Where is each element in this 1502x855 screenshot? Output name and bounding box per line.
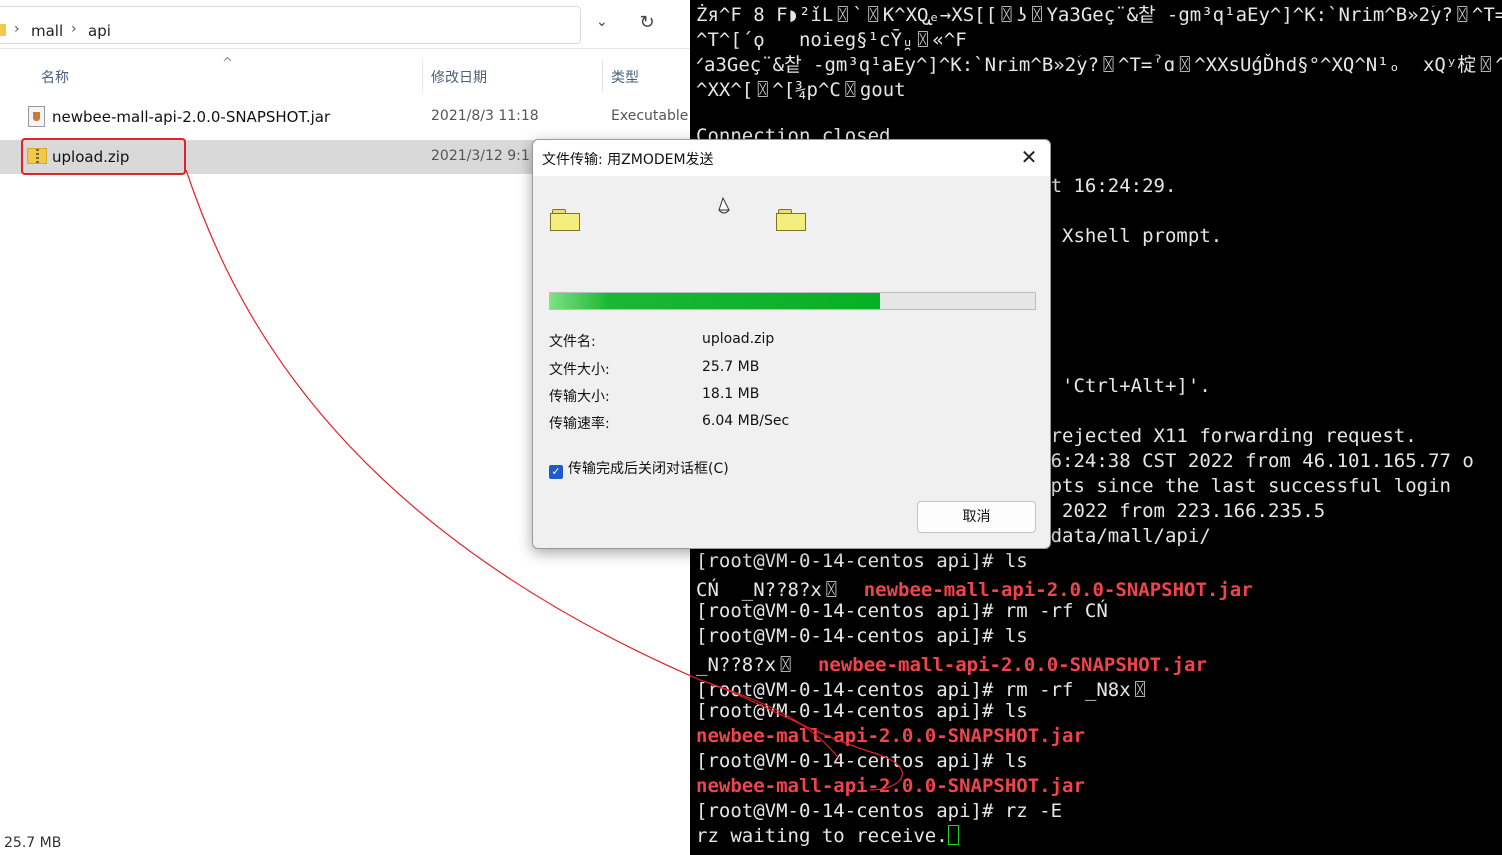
terminal-text: Żя^F 8 F◗²ǐL〿`〿K^XQ̢͙ₑ→XS[[〿ʖ〿Ya3Geç¨&챁 … bbox=[696, 4, 1502, 26]
close-icon[interactable]: ✕ bbox=[1018, 146, 1040, 168]
file-name: newbee-mall-api-2.0.0-SNAPSHOT.jar bbox=[52, 108, 331, 126]
terminal-text: [root@VM-0-14-centos api]# ls bbox=[696, 625, 1028, 647]
column-header-row: 名称 修改日期 类型 bbox=[0, 56, 690, 96]
terminal-text: _N??8?x〿 bbox=[696, 654, 818, 676]
annotation-highlight-box bbox=[21, 138, 186, 175]
dialog-title: 文件传输: 用ZMODEM发送 bbox=[542, 152, 714, 168]
chevron-down-icon[interactable]: ⌄ bbox=[596, 14, 608, 30]
terminal-text: CŃ _N??8?x〿 bbox=[696, 579, 864, 601]
terminal-text: [root@VM-0-14-centos api]# ls bbox=[696, 700, 1028, 722]
terminal-line: [root@VM-0-14-centos api]# rz -E bbox=[696, 800, 1062, 825]
transferred-label: 传输大小: bbox=[549, 389, 610, 405]
terminal-line: newbee-mall-api-2.0.0-SNAPSHOT.jar bbox=[696, 775, 1085, 800]
transfer-progress-bar bbox=[549, 292, 1036, 310]
column-header-modified[interactable]: 修改日期 bbox=[431, 67, 487, 87]
terminal-line: ᐟa3Geç¨&챁 -gm³q¹aEy^]^K:`Nrim^B»2ؘy?〿^T=… bbox=[696, 50, 1502, 76]
filename-label: 文件名: bbox=[549, 334, 596, 350]
column-header-name[interactable]: 名称 bbox=[41, 67, 69, 87]
speed-label: 传输速率: bbox=[549, 416, 610, 432]
terminal-text: ᐟa3Geç¨&챁 -gm³q¹aEy^]^K:`Nrim^B»2ؘy?〿^T=… bbox=[696, 54, 1502, 76]
cancel-button[interactable]: 取消 bbox=[917, 501, 1036, 533]
terminal-line: [root@VM-0-14-centos api]# ls bbox=[696, 625, 1028, 650]
terminal-line: [root@VM-0-14-centos api]# ls bbox=[696, 700, 1028, 725]
terminal-file-highlight: newbee-mall-api-2.0.0-SNAPSHOT.jar bbox=[696, 775, 1085, 797]
terminal-text: [root@VM-0-14-centos api]# rm -rf _N8x〿 bbox=[696, 679, 1150, 701]
terminal-text: [root@VM-0-14-centos api]# rm -rf CŃ bbox=[696, 600, 1108, 622]
breadcrumb-api[interactable]: api bbox=[88, 22, 111, 40]
destination-folder-icon bbox=[776, 209, 806, 231]
zmodem-transfer-dialog: 文件传输: 用ZMODEM发送 ✕ 文件名: upload.zip 文件大小: … bbox=[532, 139, 1051, 549]
file-row[interactable]: newbee-mall-api-2.0.0-SNAPSHOT.jar 2021/… bbox=[0, 100, 690, 134]
source-folder-icon bbox=[550, 209, 580, 231]
terminal-line: [root@VM-0-14-centos api]# rm -rf _N8x〿 bbox=[696, 675, 1150, 701]
transferred-value: 18.1 MB bbox=[702, 386, 760, 402]
terminal-line: [root@VM-0-14-centos api]# ls bbox=[696, 750, 1028, 775]
terminal-file-highlight: newbee-mall-api-2.0.0-SNAPSHOT.jar bbox=[696, 725, 1085, 747]
auto-close-label: 传输完成后关闭对话框(C) bbox=[568, 461, 729, 477]
folder-icon bbox=[0, 24, 6, 36]
refresh-icon[interactable]: ↻ bbox=[636, 12, 658, 34]
speed-value: 6.04 MB/Sec bbox=[702, 413, 790, 429]
terminal-line: CŃ _N??8?x〿 newbee-mall-api-2.0.0-SNAPSH… bbox=[696, 575, 1253, 601]
progress-fill bbox=[550, 293, 880, 309]
terminal-text: [root@VM-0-14-centos api]# ls bbox=[696, 750, 1028, 772]
jar-file-icon bbox=[28, 106, 45, 127]
filesize-value: 25.7 MB bbox=[702, 359, 760, 375]
terminal-line: _N??8?x〿 newbee-mall-api-2.0.0-SNAPSHOT.… bbox=[696, 650, 1207, 676]
filename-value: upload.zip bbox=[702, 331, 775, 347]
transfer-animation-icon bbox=[718, 196, 730, 214]
terminal-cursor bbox=[947, 825, 959, 845]
file-date: 2021/8/3 11:18 bbox=[431, 108, 539, 124]
terminal-file-highlight: newbee-mall-api-2.0.0-SNAPSHOT.jar bbox=[817, 654, 1207, 676]
terminal-text: ^T^[΄ϙ noieg§¹cȲ̯ᵤ〿«^F bbox=[696, 29, 967, 51]
address-bar: › mall › api ⌄ ↻ bbox=[0, 0, 690, 49]
checkbox-checked-icon[interactable]: ✓ bbox=[549, 465, 563, 479]
terminal-file-highlight: newbee-mall-api-2.0.0-SNAPSHOT.jar bbox=[863, 579, 1253, 601]
terminal-line: newbee-mall-api-2.0.0-SNAPSHOT.jar bbox=[696, 725, 1085, 750]
terminal-text: [root@VM-0-14-centos api]# ls bbox=[696, 550, 1028, 572]
filesize-label: 文件大小: bbox=[549, 362, 610, 378]
terminal-text: rz waiting to receive. bbox=[696, 825, 948, 847]
terminal-line: [root@VM-0-14-centos api]# ls bbox=[696, 550, 1028, 575]
breadcrumb-mall[interactable]: mall bbox=[31, 22, 63, 40]
terminal-text: ^XX^[〿^[¾p^C〿gout bbox=[696, 79, 906, 101]
terminal-line: ^XX^[〿^[¾p^C〿gout bbox=[696, 75, 906, 101]
file-type: Executable bbox=[611, 108, 689, 124]
dialog-titlebar: 文件传输: 用ZMODEM发送 ✕ bbox=[533, 140, 1050, 176]
terminal-line: ^T^[΄ϙ noieg§¹cȲ̯ᵤ〿«^F bbox=[696, 25, 967, 51]
sort-ascending-icon: ^ bbox=[222, 56, 233, 71]
file-date: 2021/3/12 9:1 bbox=[431, 148, 530, 164]
column-divider[interactable] bbox=[422, 60, 423, 92]
terminal-line: [root@VM-0-14-centos api]# rm -rf CŃ bbox=[696, 600, 1108, 625]
terminal-text: [root@VM-0-14-centos api]# rz -E bbox=[696, 800, 1063, 822]
chevron-right-icon: › bbox=[71, 21, 77, 37]
terminal-line: rz waiting to receive. bbox=[696, 825, 959, 850]
column-divider[interactable] bbox=[602, 60, 603, 92]
breadcrumb[interactable]: › mall › api bbox=[0, 6, 581, 44]
auto-close-checkbox[interactable]: ✓ 传输完成后关闭对话框(C) bbox=[549, 458, 729, 479]
column-header-type[interactable]: 类型 bbox=[611, 67, 639, 87]
status-bar-size: 25.7 MB bbox=[4, 835, 62, 851]
chevron-right-icon: › bbox=[14, 21, 20, 37]
terminal-line: Żя^F 8 F◗²ǐL〿`〿K^XQ̢͙ₑ→XS[[〿ʖ〿Ya3Geç¨&챁 … bbox=[696, 0, 1502, 26]
